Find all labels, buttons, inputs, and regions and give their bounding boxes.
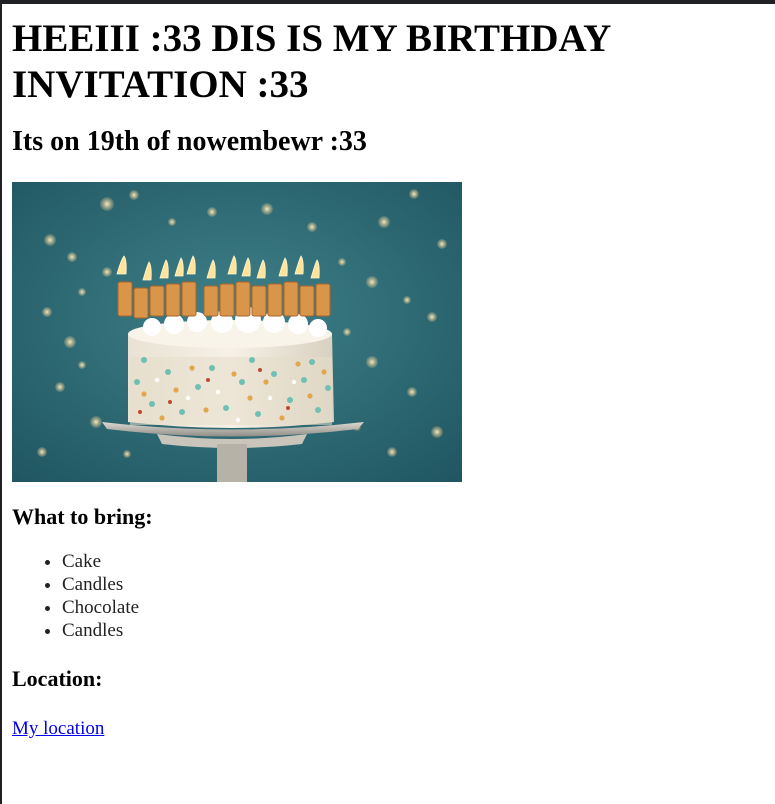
- list-item: Candles: [62, 619, 752, 642]
- page-title: HEEIII :33 DIS IS MY BIRTHDAY INVITATION…: [12, 17, 610, 106]
- page-content: HEEIII :33 DIS IS MY BIRTHDAY INVITATION…: [12, 16, 752, 740]
- location-link-container: My location: [12, 717, 752, 740]
- what-to-bring-heading: What to bring:: [12, 504, 153, 529]
- my-location-link[interactable]: My location: [12, 718, 104, 739]
- event-date: Its on 19th of nowembewr :33: [12, 126, 367, 157]
- bring-list: Cake Candles Chocolate Candles: [12, 550, 752, 642]
- list-item: Chocolate: [62, 596, 752, 619]
- list-item: Candles: [62, 573, 752, 596]
- window-top-border: [2, 0, 775, 4]
- location-heading: Location:: [12, 666, 103, 691]
- birthday-cake-image: [12, 182, 462, 482]
- list-item: Cake: [62, 550, 752, 573]
